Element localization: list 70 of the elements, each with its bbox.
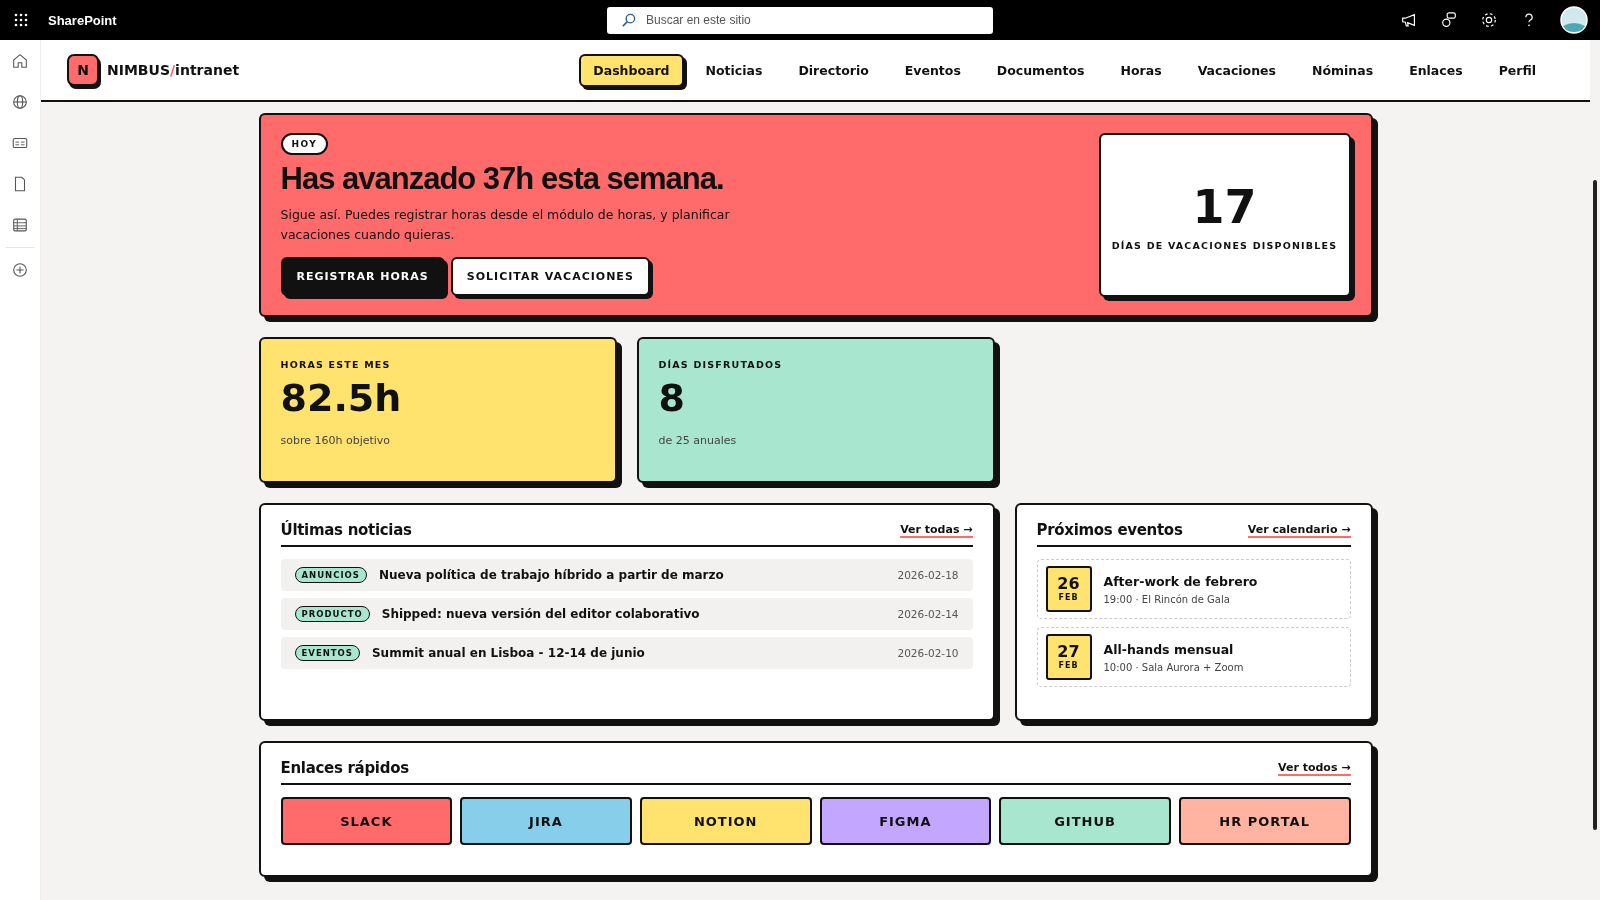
stat-label: HORAS ESTE MES [280,359,391,370]
primary-button[interactable]: REGISTRAR HORAS [280,257,445,296]
news-title: Nueva política de trabajo híbrido a partir de marzo [378,568,725,582]
scrollbar-thumb[interactable] [1593,180,1597,830]
avatar[interactable] [1560,6,1588,34]
date-badge: 27 FEB [1045,634,1092,680]
panel-title: Enlaces rápidos [280,759,409,777]
nav-tab[interactable]: Nóminas [1298,53,1388,87]
event-title: After-work de febrero [1103,573,1258,589]
quick-link-button[interactable]: NOTION [639,797,812,845]
quick-link-button[interactable]: SLACK [280,797,453,845]
stat-note: sobre 160h objetivo [280,434,391,447]
news-title: Shipped: nueva versión del editor colaborativo [381,607,701,621]
stat-value: 82.5h [280,376,402,420]
panel-title: Próximos eventos [1036,521,1183,539]
news-date: 2026-02-10 [897,647,959,659]
hero-text: Sigue así. Puedes registrar horas desde el módulo de horas, y planificar vacaciones cuando quieras. [280,206,731,244]
event-item[interactable]: 27 FEB All-hands mensual 10:00 · Sala Aurora + Zoom [1036,627,1351,687]
quick-link-button[interactable]: JIRA [460,797,632,845]
logo-name[interactable]: NIMBUS/intranet [107,62,240,78]
stat-note: de 25 anuales [658,434,737,447]
news-title: Summit anual en Lisboa - 12-14 de junio [371,646,646,660]
see-all-link[interactable]: Ver todas → [900,522,973,538]
news-date: 2026-02-14 [897,608,959,620]
logo-mark[interactable]: N [67,54,99,86]
stat-value: 17 [1192,179,1257,234]
home-icon[interactable] [11,52,29,70]
date-badge: 26 FEB [1045,566,1092,612]
event-details: 10:00 · Sala Aurora + Zoom [1103,661,1244,673]
news-item[interactable]: ANUNCIOS Nueva política de trabajo híbrido a partir de marzo 2026-02-18 [280,559,973,591]
category-tag: ANUNCIOS [294,567,367,583]
calendar-link[interactable]: Ver calendario → [1247,522,1351,538]
add-icon[interactable] [11,261,29,279]
nav-tab[interactable]: Dashboard [579,53,684,87]
globe-icon[interactable] [11,93,29,111]
news-date: 2026-02-18 [897,569,959,581]
nav-tab[interactable]: Perfil [1484,53,1550,87]
nav-tab[interactable]: Enlaces [1395,53,1477,87]
app-name[interactable]: SharePoint [48,12,117,28]
category-tag: EVENTOS [294,645,360,661]
see-all-link[interactable]: Ver todos → [1278,760,1351,776]
nav-tab[interactable]: Vacaciones [1183,53,1290,87]
event-title: All-hands mensual [1103,641,1235,657]
event-details: 19:00 · El Rincón de Gala [1103,593,1231,605]
app-launcher-icon[interactable] [14,13,28,27]
panel-title: Últimas noticias [280,521,412,539]
stat-value: 8 [658,376,685,420]
stat-label: DÍAS DISFRUTADOS [658,359,783,370]
nav-tab[interactable]: Noticias [691,53,777,87]
settings-icon[interactable] [1480,11,1498,29]
quick-link-button[interactable]: HR PORTAL [1178,797,1351,845]
quick-link-button[interactable]: FIGMA [819,797,992,845]
event-item[interactable]: 26 FEB After-work de febrero 19:00 · El Rincón de Gala [1036,559,1351,619]
nav-tab[interactable]: Eventos [890,53,975,87]
news-item[interactable]: EVENTOS Summit anual en Lisboa - 12-14 de junio 2026-02-10 [280,637,973,669]
today-badge: HOY [280,133,329,155]
nav-tab[interactable]: Horas [1106,53,1176,87]
news-item[interactable]: PRODUCTO Shipped: nueva versión del editor colaborativo 2026-02-14 [280,598,973,630]
quick-link-button[interactable]: GITHUB [999,797,1171,845]
hero-title: Has avanzado 37h esta semana. [280,161,724,197]
list-icon[interactable] [11,216,29,234]
search-icon [621,12,636,28]
chat-icon[interactable] [1440,11,1458,29]
nav-tab[interactable]: Directorio [784,53,883,87]
search-field[interactable]: Buscar en este sitio [607,6,993,34]
stat-label: DÍAS DE VACACIONES DISPONIBLES [1111,239,1338,251]
nav-tab[interactable]: Documentos [982,53,1099,87]
category-tag: PRODUCTO [294,606,370,622]
secondary-button[interactable]: SOLICITAR VACACIONES [450,257,650,296]
megaphone-icon[interactable] [1400,11,1418,29]
